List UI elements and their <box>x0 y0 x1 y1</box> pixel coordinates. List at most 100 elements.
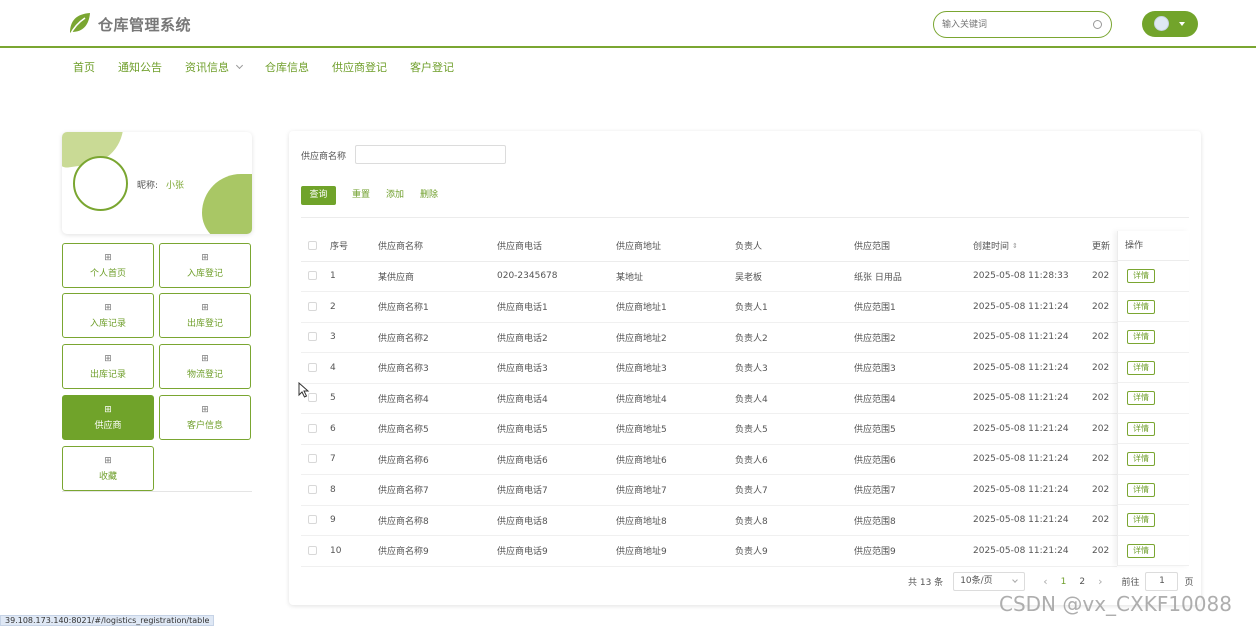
cell-supplier-name: 供应商名称8 <box>378 505 497 536</box>
cell-created-time: 2025-05-08 11:21:24 <box>973 505 1092 536</box>
query-button[interactable]: 查询 <box>301 186 336 205</box>
nav-item-customer-registration[interactable]: 客户登记 <box>410 59 454 75</box>
cell-index: 1 <box>330 261 378 292</box>
detail-button[interactable]: 详情 <box>1127 482 1155 497</box>
detail-button[interactable]: 详情 <box>1127 421 1155 436</box>
reset-button[interactable]: 重置 <box>352 186 370 205</box>
row-checkbox[interactable] <box>308 332 317 342</box>
goto-unit-label: 页 <box>1184 578 1194 588</box>
table-row[interactable]: 1 某供应商 020-2345678 某地址 吴老板 纸张 日用品 2025-05-08 1… <box>301 261 1117 292</box>
next-page-button[interactable]: › <box>1098 575 1102 588</box>
row-checkbox[interactable] <box>308 545 317 555</box>
nav-item-news[interactable]: 资讯信息 <box>185 59 244 75</box>
nav-item-home[interactable]: 首页 <box>73 59 95 75</box>
status-bar-url: 39.108.173.140:8021/#/logistics_registra… <box>0 615 215 626</box>
table-row[interactable]: 9 供应商名称8 供应商电话8 供应商地址8 负责人8 供应范围8 2025-05-08 1… <box>301 505 1117 536</box>
cell-supplier-address: 某地址 <box>616 261 735 292</box>
cell-updated-time: 202 <box>1092 413 1117 445</box>
menu-divider <box>62 491 252 492</box>
cell-supplier-phone: 供应商电话8 <box>497 505 616 536</box>
nav-item-warehouse[interactable]: 仓库信息 <box>265 59 309 75</box>
cell-index: 3 <box>330 322 378 353</box>
search-icon[interactable] <box>1093 20 1102 29</box>
menu-inbound-registration[interactable]: ⊞ 入库登记 <box>159 243 251 288</box>
row-checkbox[interactable] <box>308 423 317 433</box>
cell-supplier-name: 供应商名称7 <box>378 474 497 506</box>
menu-label: 个人首页 <box>89 269 126 279</box>
nav-item-notices[interactable]: 通知公告 <box>118 59 162 75</box>
menu-customer-info[interactable]: ⊞ 客户信息 <box>159 395 251 440</box>
cell-created-time: 2025-05-08 11:21:24 <box>973 383 1092 414</box>
row-checkbox[interactable] <box>308 271 317 281</box>
detail-button[interactable]: 详情 <box>1127 269 1155 283</box>
cell-contact: 负责人2 <box>735 322 854 353</box>
row-checkbox[interactable] <box>308 301 317 311</box>
nav-item-news-label: 资讯信息 <box>185 61 229 74</box>
page-number[interactable]: 1 <box>1061 577 1067 587</box>
detail-button[interactable]: 详情 <box>1127 330 1155 344</box>
row-select-cell <box>301 505 330 536</box>
delete-button[interactable]: 删除 <box>420 186 438 205</box>
add-button[interactable]: 添加 <box>386 186 404 205</box>
supplier-name-filter-input[interactable] <box>355 145 506 164</box>
table-row[interactable]: 5 供应商名称4 供应商电话4 供应商地址4 负责人4 供应范围4 2025-05-08 1… <box>301 383 1117 414</box>
cell-supply-scope: 纸张 日用品 <box>854 261 973 292</box>
avatar[interactable] <box>73 156 128 211</box>
table-row[interactable]: 4 供应商名称3 供应商电话3 供应商地址3 负责人3 供应范围3 2025-05-08 1… <box>301 352 1117 384</box>
row-checkbox[interactable] <box>308 454 317 464</box>
goto-page-input[interactable]: 1 <box>1145 572 1179 591</box>
menu-logistics-registration[interactable]: ⊞ 物流登记 <box>159 344 251 389</box>
table-row[interactable]: 2 供应商名称1 供应商电话1 供应商地址1 负责人1 供应范围1 2025-05-08 1… <box>301 291 1117 323</box>
content-panel: 供应商名称 查询 重置 添加 删除 序号 供应商名称 供应商电话 供应商地址 负… <box>289 131 1201 605</box>
decor-leaf-bottom <box>202 174 252 234</box>
prev-page-button[interactable]: ‹ <box>1043 575 1047 588</box>
menu-suppliers[interactable]: ⊞ 供应商 <box>62 395 154 440</box>
watermark: CSDN @vx_CXKF10088 <box>999 592 1232 616</box>
table-row[interactable]: 6 供应商名称5 供应商电话5 供应商地址5 负责人5 供应范围5 2025-05-08 1… <box>301 413 1117 445</box>
app-logo[interactable]: 仓库管理系统 <box>66 11 191 37</box>
page-number[interactable]: 2 <box>1079 577 1085 587</box>
cell-supplier-name: 供应商名称5 <box>378 413 497 445</box>
detail-button[interactable]: 详情 <box>1127 452 1155 466</box>
col-contact: 负责人 <box>735 231 854 262</box>
search-box[interactable] <box>933 11 1112 38</box>
row-checkbox[interactable] <box>308 515 317 525</box>
row-checkbox[interactable] <box>308 362 317 372</box>
cell-supplier-address: 供应商地址4 <box>616 383 735 414</box>
profile-card: 昵称: 小张 <box>62 132 252 234</box>
table-row[interactable]: 10 供应商名称9 供应商电话9 供应商地址9 负责人9 供应范围9 2025-05-08 … <box>301 535 1117 567</box>
operations-cell: 详情 <box>1118 475 1189 505</box>
operations-cell: 详情 <box>1118 536 1189 566</box>
menu-inbound-records[interactable]: ⊞ 入库记录 <box>62 293 154 338</box>
detail-button[interactable]: 详情 <box>1127 391 1155 405</box>
detail-button[interactable]: 详情 <box>1127 299 1155 314</box>
menu-outbound-records[interactable]: ⊞ 出库记录 <box>62 344 154 389</box>
operations-cell: 详情 <box>1118 292 1189 322</box>
menu-outbound-registration[interactable]: ⊞ 出库登记 <box>159 293 251 338</box>
caret-down-icon <box>1179 22 1185 26</box>
page-size-select[interactable]: 10条/页 <box>953 572 1026 591</box>
menu-favorites[interactable]: ⊞ 收藏 <box>62 446 154 491</box>
menu-personal-home[interactable]: ⊞ 个人首页 <box>62 243 154 288</box>
table-row[interactable]: 7 供应商名称6 供应商电话6 供应商地址6 负责人6 供应范围6 2025-05-08 1… <box>301 444 1117 475</box>
detail-button[interactable]: 详情 <box>1127 543 1155 558</box>
cell-supplier-name: 供应商名称4 <box>378 383 497 414</box>
row-checkbox[interactable] <box>308 484 317 494</box>
detail-button[interactable]: 详情 <box>1127 360 1155 375</box>
grid-icon: ⊞ <box>104 456 112 466</box>
cell-updated-time: 202 <box>1092 505 1117 536</box>
main-nav: 首页 通知公告 资讯信息 仓库信息 供应商登记 客户登记 <box>73 59 477 75</box>
detail-button[interactable]: 详情 <box>1127 513 1155 527</box>
cell-supplier-address: 供应商地址7 <box>616 474 735 506</box>
user-menu-button[interactable] <box>1142 11 1198 37</box>
table-row[interactable]: 3 供应商名称2 供应商电话2 供应商地址2 负责人2 供应范围2 2025-05-08 1… <box>301 322 1117 353</box>
grid-icon: ⊞ <box>104 303 112 313</box>
nav-item-supplier-registration[interactable]: 供应商登记 <box>332 59 387 75</box>
col-created-time[interactable]: 创建时间 ⇕ <box>973 231 1092 262</box>
sort-icon[interactable]: ⇕ <box>1012 242 1018 250</box>
operations-cell: 详情 <box>1118 414 1189 444</box>
search-input[interactable] <box>934 12 1084 37</box>
table-row[interactable]: 8 供应商名称7 供应商电话7 供应商地址7 负责人7 供应范围7 2025-05-08 1… <box>301 474 1117 506</box>
row-select-cell <box>301 535 330 567</box>
select-all-checkbox[interactable] <box>308 240 317 250</box>
